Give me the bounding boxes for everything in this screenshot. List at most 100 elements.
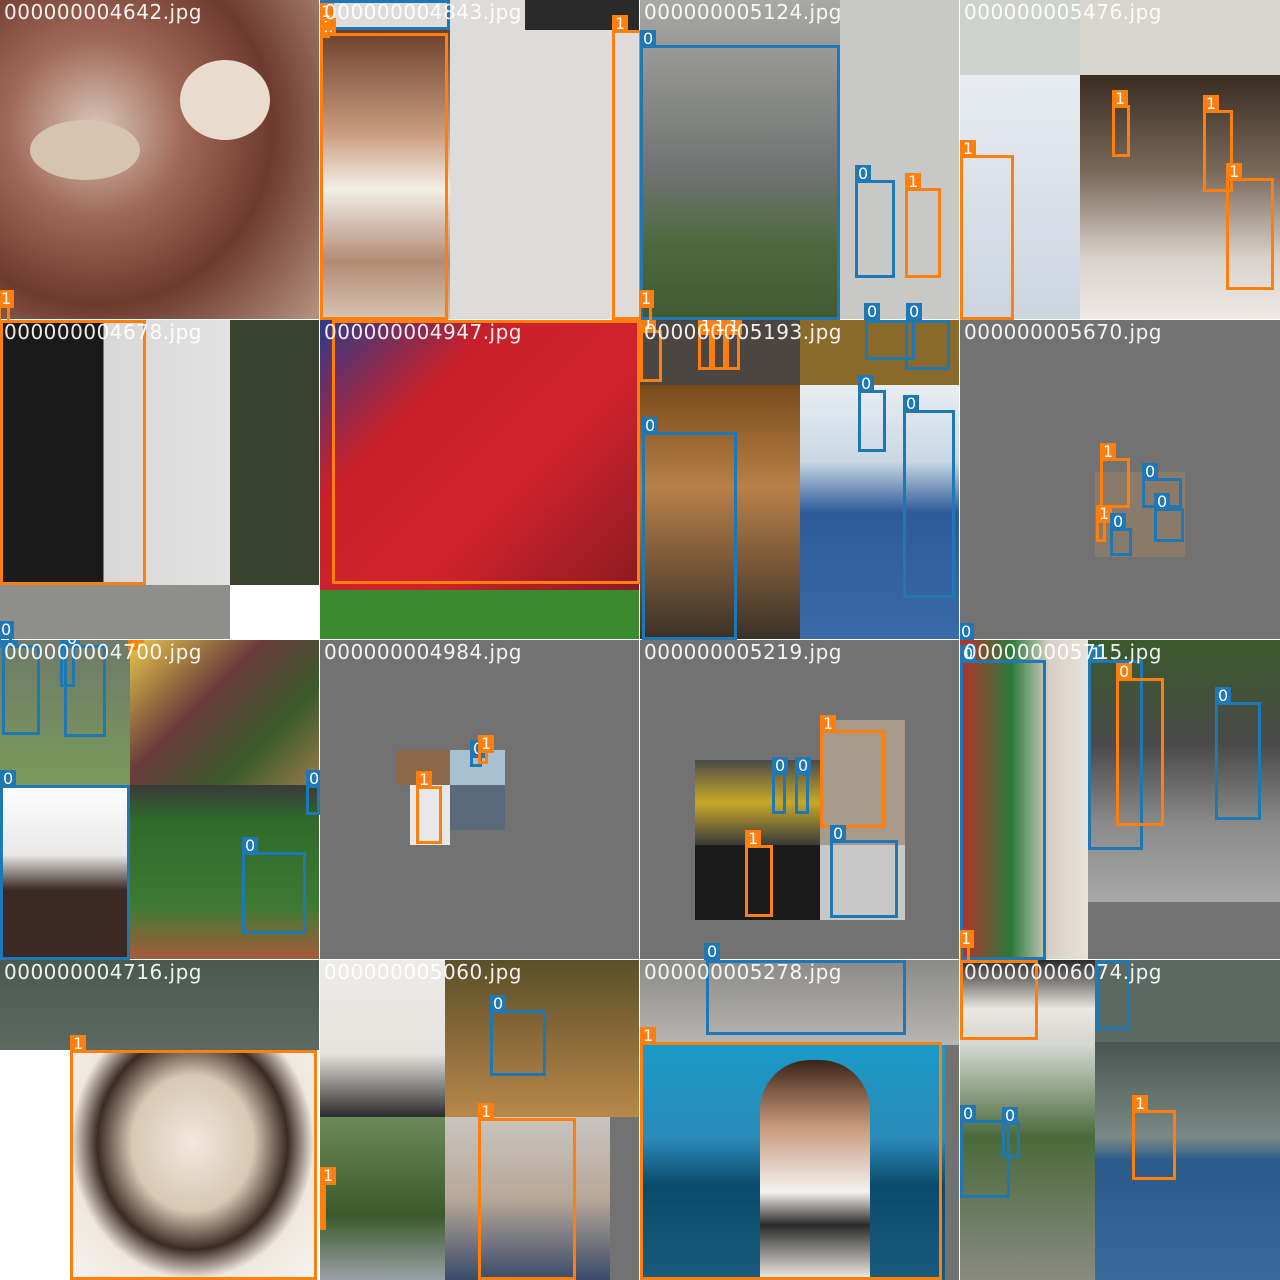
class-label: 0 bbox=[0, 770, 17, 788]
detection-box: 1 bbox=[640, 290, 655, 320]
detection-box: 0 bbox=[855, 165, 895, 278]
class-label: 0 bbox=[905, 320, 922, 323]
image-filename: 000000005219.jpg bbox=[644, 640, 842, 664]
image-filename: 000000005060.jpg bbox=[324, 960, 522, 984]
detection-box: 1 bbox=[320, 18, 448, 320]
class-label: 0 bbox=[795, 757, 812, 775]
mosaic-grid: 1 000000004642.jpg 1 1 1 000000004843.jp… bbox=[0, 0, 1280, 1280]
mosaic-tile: 1 000000004642.jpg bbox=[0, 0, 321, 321]
detection-box: 0 bbox=[772, 757, 789, 814]
detection-box: 0 bbox=[905, 320, 950, 370]
class-label: 1 bbox=[1100, 443, 1117, 461]
detection-box: 1 bbox=[320, 1167, 337, 1230]
class-label: 0 bbox=[864, 303, 881, 320]
class-label: 1 bbox=[70, 1035, 87, 1053]
detection-box: 0 bbox=[306, 770, 320, 815]
image-filename: 000000005193.jpg bbox=[644, 320, 842, 344]
detection-box: 0 bbox=[642, 417, 737, 640]
detection-box: 1 bbox=[70, 1035, 317, 1280]
detection-box: 0 bbox=[1116, 663, 1164, 826]
detection-box: 0 bbox=[1110, 513, 1132, 556]
class-label: 0 bbox=[642, 417, 659, 435]
detection-box: 1 bbox=[1096, 505, 1113, 542]
mosaic-tile: 1 1 1 000000004843.jpg bbox=[319, 0, 641, 321]
class-label: 1 bbox=[478, 1103, 495, 1121]
class-label: 1 bbox=[960, 140, 977, 158]
class-label: 1 bbox=[478, 735, 495, 753]
class-label: 0 bbox=[0, 621, 15, 639]
mosaic-tile: 0 1 000000005278.jpg bbox=[639, 959, 961, 1280]
mosaic-tile: 1 1 1 1 0 0 0 0 0 000000005193.jpg bbox=[639, 319, 961, 641]
detection-box: 0 bbox=[903, 395, 955, 598]
mosaic-tile: 1 0 0 1 0 0 000000005219.jpg bbox=[639, 639, 961, 961]
mosaic-tile: 0 1 1 000000005060.jpg bbox=[319, 959, 641, 1280]
image-filename: 000000004984.jpg bbox=[324, 640, 522, 664]
detection-box: 0 bbox=[1215, 687, 1261, 820]
class-label: 0 bbox=[1116, 663, 1133, 681]
detection-box: 1 bbox=[612, 15, 640, 320]
class-label: 0 bbox=[1002, 1107, 1019, 1125]
class-label: 1 bbox=[1203, 95, 1220, 113]
mosaic-tile: 1 0 0 0 000000006074.jpg bbox=[959, 959, 1280, 1280]
detection-box: 1 bbox=[478, 735, 495, 764]
class-label: 1 bbox=[745, 830, 762, 848]
class-label: 1 bbox=[0, 290, 15, 308]
mosaic-tile: 1 0 1 0 0 0 000000005670.jpg bbox=[959, 319, 1280, 641]
detection-box: 1 bbox=[0, 320, 146, 585]
image-filename: 000000004700.jpg bbox=[4, 640, 202, 664]
mosaic-tile: 1 000000004716.jpg bbox=[0, 959, 321, 1280]
image-filename: 000000004716.jpg bbox=[4, 960, 202, 984]
detection-box: 1 bbox=[1100, 443, 1130, 508]
detection-box: 0 bbox=[830, 825, 898, 918]
image-filename: 000000006074.jpg bbox=[964, 960, 1162, 984]
detection-box: 1 bbox=[960, 140, 1014, 320]
detection-box: 1 bbox=[1226, 163, 1274, 290]
class-label: 0 bbox=[858, 375, 875, 393]
detection-box: 0 bbox=[0, 770, 130, 960]
detection-box: 1 bbox=[745, 830, 773, 917]
class-label: 1 bbox=[320, 1167, 337, 1185]
image-filename: 000000005670.jpg bbox=[964, 320, 1162, 344]
mosaic-tile: 1 1 1 1 000000005476.jpg bbox=[959, 0, 1280, 321]
image-filename: 000000004947.jpg bbox=[324, 320, 522, 344]
image-filename: 000000005124.jpg bbox=[644, 0, 842, 24]
class-label: 1 bbox=[1226, 163, 1243, 181]
mosaic-tile: 1 000000004947.jpg bbox=[319, 319, 641, 641]
detection-box: 0 bbox=[242, 837, 306, 934]
class-label: 0 bbox=[960, 1105, 977, 1123]
mosaic-tile: 0 1 1 000000004984.jpg bbox=[319, 639, 641, 961]
mosaic-tile: 1 0 000000004678.jpg bbox=[0, 319, 321, 641]
detection-box: 0 bbox=[490, 995, 546, 1076]
detection-box: 1 bbox=[1112, 90, 1130, 157]
detection-box: 1 bbox=[416, 771, 442, 844]
class-label: 0 bbox=[306, 770, 320, 788]
class-label: 1 bbox=[960, 930, 975, 948]
class-label: 1 bbox=[640, 1027, 657, 1045]
class-label: 0 bbox=[772, 757, 789, 775]
image-filename: 000000004843.jpg bbox=[324, 0, 522, 24]
class-label: 1 bbox=[612, 15, 629, 33]
class-label: 0 bbox=[1110, 513, 1127, 531]
class-label: 0 bbox=[704, 943, 721, 960]
mosaic-tile: 0 0 0 1 0 0 0 0 000000004700.jpg bbox=[0, 639, 321, 961]
image-filename: 000000005476.jpg bbox=[964, 0, 1162, 24]
detection-box: 1 bbox=[640, 1027, 942, 1280]
mosaic-tile: 0 0 1 1 0 0 000000005124.jpg bbox=[639, 0, 961, 321]
detection-box: 1 bbox=[478, 1103, 576, 1280]
detection-box: 0 bbox=[1002, 1107, 1020, 1158]
detection-box: 1 bbox=[1132, 1095, 1176, 1180]
detection-box: 1 bbox=[0, 290, 15, 320]
detection-box: 0 bbox=[858, 375, 886, 452]
class-label: 0 bbox=[960, 623, 975, 640]
class-label: 1 bbox=[1132, 1095, 1149, 1113]
detection-box: 1 bbox=[960, 930, 975, 960]
class-label: 0 bbox=[1142, 463, 1159, 481]
class-label: 0 bbox=[242, 837, 259, 855]
detection-box: 0 bbox=[960, 645, 1046, 960]
class-label: 0 bbox=[1215, 687, 1232, 705]
detection-box: 0 bbox=[640, 30, 840, 320]
detection-box: 1 bbox=[332, 320, 640, 584]
class-label: 1 bbox=[640, 290, 655, 308]
class-label: 0 bbox=[855, 165, 872, 183]
class-label: 1 bbox=[416, 771, 433, 789]
